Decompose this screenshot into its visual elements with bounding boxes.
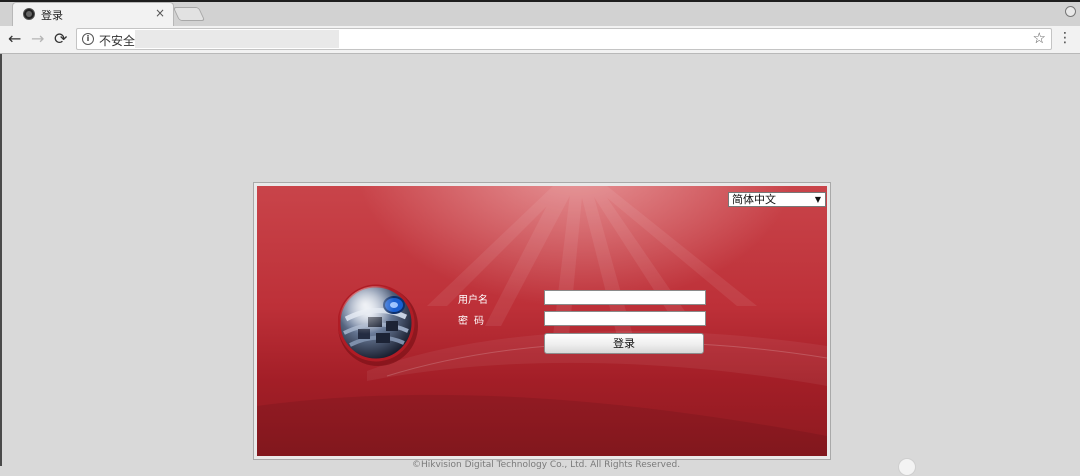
url-text-redacted[interactable] <box>135 30 339 48</box>
tab-close-icon[interactable]: × <box>155 6 165 20</box>
login-frame: 简体中文 ▼ 用户名 密码 登录 <box>253 182 831 460</box>
forward-arrow-icon[interactable]: → <box>31 29 44 49</box>
watermark-icon <box>898 458 916 476</box>
profile-icon[interactable] <box>1065 6 1076 17</box>
username-input[interactable] <box>544 290 706 305</box>
new-tab-button[interactable] <box>172 7 206 21</box>
copyright-text: ©Hikvision Digital Technology Co., Ltd. … <box>412 460 681 470</box>
hikvision-globe-logo <box>338 284 418 366</box>
back-arrow-icon[interactable]: ← <box>8 29 21 49</box>
reload-icon[interactable]: ⟳ <box>54 29 67 49</box>
bookmark-star-icon[interactable]: ☆ <box>1033 29 1046 47</box>
browser-tab-strip: 登录 × <box>0 0 1080 26</box>
address-bar[interactable]: i 不安全 ☆ <box>76 28 1052 50</box>
language-selected-value: 简体中文 <box>732 193 776 206</box>
security-label: 不安全 <box>99 34 136 48</box>
password-label: 密码 <box>458 316 490 327</box>
tab-title: 登录 <box>41 9 63 22</box>
camera-favicon-icon <box>23 8 35 20</box>
info-icon[interactable]: i <box>82 33 94 45</box>
language-select[interactable]: 简体中文 ▼ <box>728 192 826 207</box>
chevron-down-icon: ▼ <box>814 195 821 204</box>
browser-tab-login[interactable]: 登录 × <box>12 2 174 26</box>
browser-toolbar: ← → ⟳ i 不安全 ☆ ⋮ <box>0 26 1080 54</box>
browser-menu-icon[interactable]: ⋮ <box>1058 30 1072 46</box>
username-label: 用户名 <box>458 295 488 306</box>
password-input[interactable] <box>544 311 706 326</box>
login-panel: 简体中文 ▼ 用户名 密码 登录 <box>257 186 827 456</box>
login-button[interactable]: 登录 <box>544 333 704 354</box>
